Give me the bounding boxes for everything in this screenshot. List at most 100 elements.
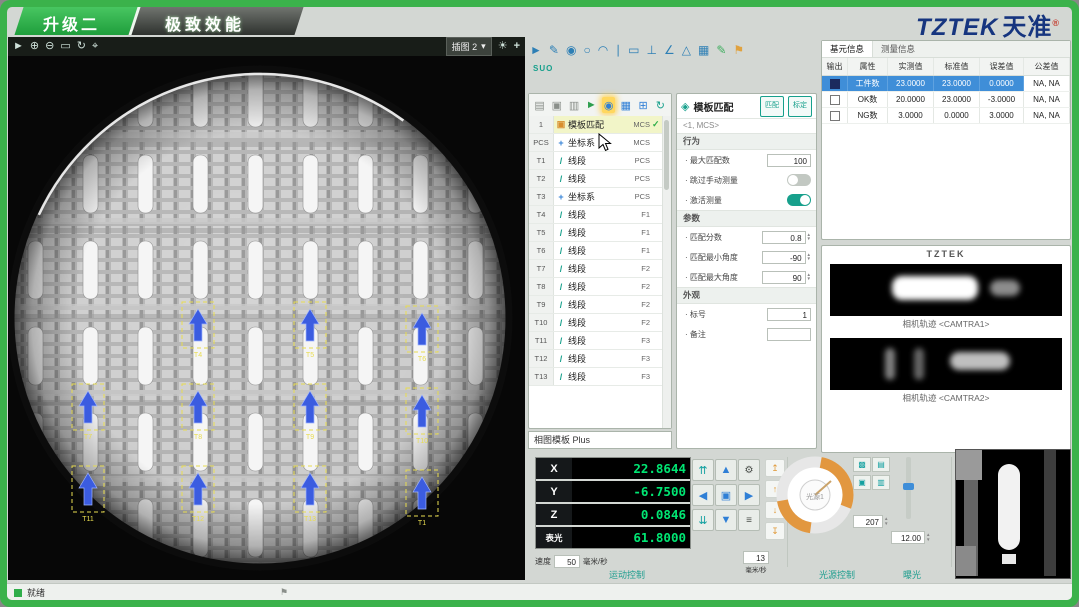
- feature-row[interactable]: T12/线段F3: [529, 350, 663, 368]
- zoom-out-icon[interactable]: ⊖: [45, 41, 54, 52]
- calibrate-button[interactable]: 标定: [788, 96, 812, 117]
- tab-measure-info[interactable]: 测量信息: [873, 41, 923, 57]
- table-row[interactable]: OK数20.000023.0000-3.0000NA, NA: [822, 92, 1070, 108]
- jog-stop-button[interactable]: ▣: [715, 484, 737, 506]
- light-ch1-button[interactable]: ▩: [853, 457, 871, 472]
- wafer-image[interactable]: T4T5T6T7T8T9T10T11T12T13T1: [8, 56, 525, 580]
- fit-view-icon[interactable]: ▭: [60, 41, 70, 52]
- toggle-switch[interactable]: [787, 174, 811, 186]
- jog-down-button[interactable]: ▼: [715, 509, 737, 531]
- add-icon[interactable]: +: [514, 41, 520, 52]
- speed-input[interactable]: 50: [554, 555, 580, 568]
- table-row[interactable]: 工件数23.000023.00000.0000NA, NA: [822, 76, 1070, 92]
- annotate-icon[interactable]: ✎: [716, 44, 726, 56]
- spin-down-icon[interactable]: ▼: [807, 257, 811, 262]
- perpendicular-icon[interactable]: ⊥: [647, 44, 657, 56]
- pen-icon[interactable]: ✎: [549, 44, 559, 56]
- run-icon[interactable]: ►: [585, 97, 598, 113]
- open-file-icon[interactable]: ▣: [550, 97, 563, 113]
- tab-primitive-info[interactable]: 基元信息: [822, 41, 873, 57]
- measure-icon[interactable]: ⌖: [92, 41, 98, 52]
- light-ch2-button[interactable]: ▤: [872, 457, 890, 472]
- jog-menu-button[interactable]: ≡: [738, 509, 760, 531]
- light-icon[interactable]: ☀: [498, 41, 508, 52]
- spinner[interactable]: ▲▼: [807, 253, 811, 262]
- table-row[interactable]: NG数3.00000.00003.0000NA, NA: [822, 108, 1070, 124]
- property-input[interactable]: -90: [762, 251, 806, 264]
- feature-row[interactable]: T5/线段F1: [529, 224, 663, 242]
- feature-list-scrollbar[interactable]: [662, 116, 671, 428]
- feature-footer-box[interactable]: 相图模板 Plus: [528, 431, 672, 449]
- feature-row[interactable]: 1▣模板匹配MCS✓: [529, 116, 663, 134]
- point-icon[interactable]: ◉: [566, 44, 576, 56]
- light-ch3-button[interactable]: ▣: [853, 475, 871, 490]
- spin-down-icon[interactable]: ▼: [807, 237, 811, 242]
- output-cell[interactable]: [822, 92, 848, 107]
- jog-left-button[interactable]: ◀: [692, 484, 714, 506]
- feature-row[interactable]: PCS+坐标系MCS: [529, 134, 663, 152]
- jog-settings-button[interactable]: ⚙: [738, 459, 760, 481]
- row-checkbox[interactable]: [830, 79, 840, 89]
- exposure-value-spinner[interactable]: ▲▼: [926, 533, 930, 542]
- property-label: · 备注: [685, 329, 767, 340]
- logo-en: TZTEK: [916, 14, 998, 41]
- line-icon[interactable]: ∣: [615, 44, 621, 56]
- target-icon[interactable]: ◉: [602, 97, 615, 113]
- arc-icon[interactable]: ◠: [598, 44, 608, 56]
- step-input[interactable]: 13: [743, 551, 769, 564]
- refresh-icon[interactable]: ↻: [654, 97, 667, 113]
- exposure-value-input[interactable]: 12.00: [891, 531, 925, 544]
- match-button[interactable]: 匹配: [760, 96, 784, 117]
- output-cell[interactable]: [822, 76, 848, 91]
- zoom-in-icon[interactable]: ⊕: [30, 41, 39, 52]
- jog-right-button[interactable]: ▶: [738, 484, 760, 506]
- triangle-icon[interactable]: △: [682, 44, 691, 56]
- light-dial[interactable]: 光源1: [773, 453, 857, 537]
- view-select-dropdown[interactable]: 插图 2▾: [446, 37, 492, 56]
- feature-row[interactable]: T11/线段F3: [529, 332, 663, 350]
- feature-row[interactable]: T13/线段F3: [529, 368, 663, 386]
- output-cell[interactable]: [822, 108, 848, 123]
- feature-row[interactable]: T3+坐标系PCS: [529, 188, 663, 206]
- feature-row[interactable]: T2/线段PCS: [529, 170, 663, 188]
- spin-down-icon[interactable]: ▼: [807, 277, 811, 282]
- property-input[interactable]: 90: [762, 271, 806, 284]
- property-input[interactable]: 1: [767, 308, 811, 321]
- feature-row[interactable]: T9/线段F2: [529, 296, 663, 314]
- property-input[interactable]: 0.8: [762, 231, 806, 244]
- angle-icon[interactable]: ∠: [664, 44, 675, 56]
- save-file-icon[interactable]: ▥: [568, 97, 581, 113]
- light-value-input[interactable]: 207: [853, 515, 883, 528]
- feature-row[interactable]: T7/线段F2: [529, 260, 663, 278]
- feature-row[interactable]: T10/线段F2: [529, 314, 663, 332]
- scrollbar-thumb[interactable]: [664, 120, 669, 190]
- jog-down-fast-button[interactable]: ⇊: [692, 509, 714, 531]
- toggle-switch[interactable]: [787, 194, 811, 206]
- feature-row[interactable]: T4/线段F1: [529, 206, 663, 224]
- row-checkbox[interactable]: [830, 95, 840, 105]
- feature-row[interactable]: T8/线段F2: [529, 278, 663, 296]
- light-value-spinner[interactable]: ▲▼: [884, 517, 888, 526]
- refresh-view-icon[interactable]: ↻: [77, 41, 86, 52]
- jog-up-fast-button[interactable]: ⇈: [692, 459, 714, 481]
- layout-icon[interactable]: ▦: [619, 97, 632, 113]
- feature-row[interactable]: T1/线段PCS: [529, 152, 663, 170]
- feature-row[interactable]: T6/线段F1: [529, 242, 663, 260]
- light-ch4-button[interactable]: ▥: [872, 475, 890, 490]
- grid-icon[interactable]: ▦: [698, 44, 709, 56]
- property-input[interactable]: [767, 328, 811, 341]
- jog-up-button[interactable]: ▲: [715, 459, 737, 481]
- spinner[interactable]: ▲▼: [807, 273, 811, 282]
- profile-icon[interactable]: ▭: [628, 44, 639, 56]
- add-step-icon[interactable]: ⊞: [637, 97, 650, 113]
- circle-icon[interactable]: ○: [583, 44, 590, 56]
- select-icon[interactable]: ►: [530, 44, 542, 56]
- row-checkbox[interactable]: [830, 111, 840, 121]
- new-file-icon[interactable]: ▤: [533, 97, 546, 113]
- spinner[interactable]: ▲▼: [807, 233, 811, 242]
- pointer-icon[interactable]: ►: [13, 41, 24, 52]
- property-input[interactable]: 100: [767, 154, 811, 167]
- exposure-slider[interactable]: [906, 457, 911, 519]
- flag-icon[interactable]: ⚑: [733, 44, 744, 56]
- slider-thumb[interactable]: [903, 483, 914, 490]
